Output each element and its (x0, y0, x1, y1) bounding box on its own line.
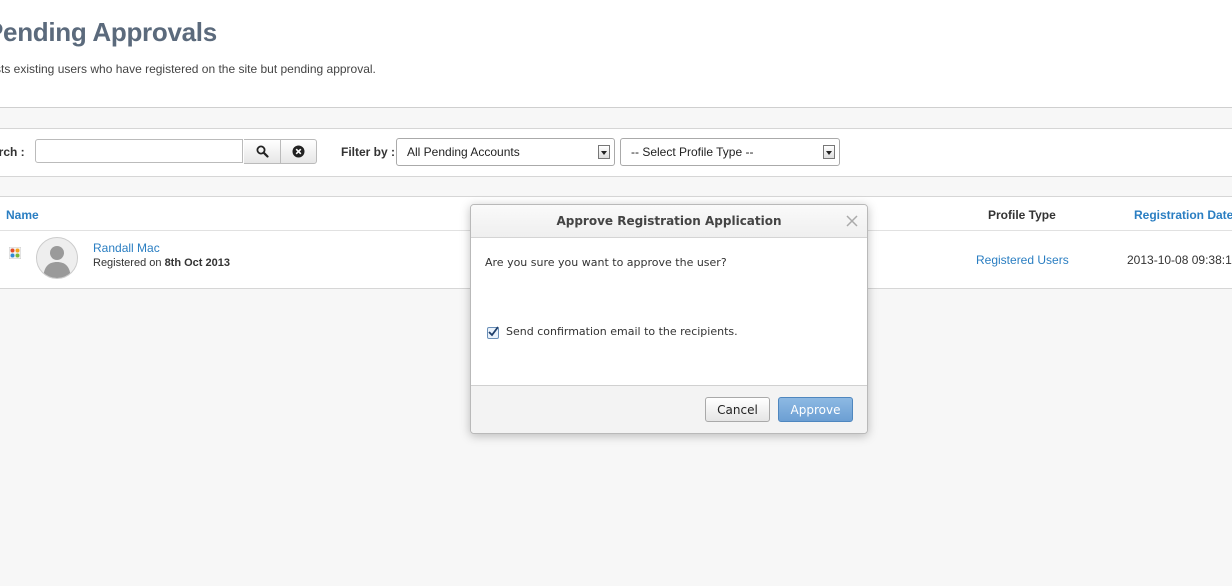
user-name-link[interactable]: Randall Mac (93, 241, 160, 255)
avatar[interactable] (36, 237, 78, 279)
checkmark-icon (488, 326, 499, 337)
registration-date-cell: 2013-10-08 09:38:1 (1127, 253, 1232, 267)
filter-toolbar: arch : Filter by : All Pending Accounts … (0, 128, 1232, 177)
column-header-name[interactable]: Name (6, 208, 39, 222)
search-label: arch : (0, 145, 25, 159)
cancel-button[interactable]: Cancel (705, 397, 770, 422)
clear-search-button[interactable] (280, 139, 317, 164)
dialog-message: Are you sure you want to approve the use… (485, 256, 727, 269)
profile-type-link[interactable]: Registered Users (976, 253, 1069, 267)
send-email-label: Send confirmation email to the recipient… (506, 325, 738, 338)
status-filter-value: All Pending Accounts (407, 145, 520, 159)
page-title: Pending Approvals (0, 17, 217, 47)
column-header-registration-date[interactable]: Registration Date (1134, 208, 1232, 222)
dialog-title: Approve Registration Application (556, 214, 782, 228)
dialog-footer: Cancel Approve (471, 385, 867, 433)
clear-icon (292, 145, 305, 158)
user-registered-info: Registered on 8th Oct 2013 (93, 257, 230, 269)
chevron-down-icon (823, 145, 835, 159)
profile-type-select[interactable]: -- Select Profile Type -- (620, 138, 840, 166)
registered-prefix: Registered on (93, 257, 162, 269)
filter-label: Filter by : (341, 145, 396, 159)
approve-registration-dialog: Approve Registration Application Are you… (470, 204, 868, 434)
dialog-header: Approve Registration Application (471, 205, 867, 238)
search-button[interactable] (244, 139, 281, 164)
send-email-checkbox[interactable] (487, 326, 499, 339)
column-header-profile-type: Profile Type (988, 208, 1056, 222)
joomla-icon (9, 247, 21, 259)
user-silhouette-icon (43, 246, 71, 278)
registered-date: 8th Oct 2013 (164, 257, 230, 269)
page-description: sts existing users who have registered o… (0, 62, 376, 76)
chevron-down-icon (598, 145, 610, 159)
close-icon[interactable] (845, 214, 859, 228)
search-input[interactable] (35, 139, 243, 163)
search-icon (256, 145, 269, 158)
profile-type-value: -- Select Profile Type -- (631, 145, 754, 159)
page-header: Pending Approvals sts existing users who… (0, 0, 1232, 108)
approve-button[interactable]: Approve (778, 397, 853, 422)
status-filter-select[interactable]: All Pending Accounts (396, 138, 615, 166)
